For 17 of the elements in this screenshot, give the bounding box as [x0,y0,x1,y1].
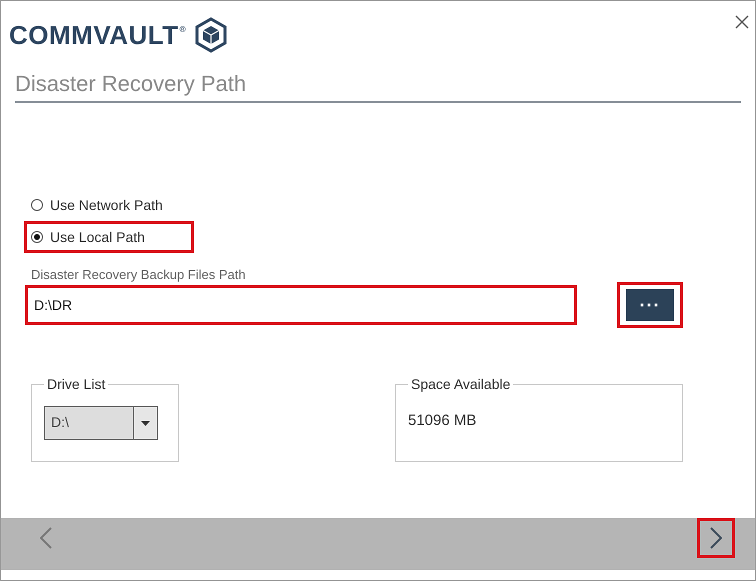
page-title: Disaster Recovery Path [15,71,741,103]
radio-option[interactable]: Use Network Path [31,192,163,218]
space-value: 51096 MB [408,412,478,429]
browse-button[interactable]: ··· [626,289,674,321]
brand-logo-text: COMMVAULT [9,20,179,50]
trademark-symbol: ® [178,25,187,34]
field-label: Disaster Recovery Backup Files Path [31,267,247,282]
close-icon[interactable] [735,15,749,29]
caret-icon[interactable] [133,407,157,439]
radio-option[interactable]: Use Local Path [31,224,145,250]
group-legend: Drive List [44,376,108,392]
radio-button[interactable] [31,231,43,243]
group-legend: Space Available [408,376,514,392]
drive-dropdown[interactable]: D:\ [44,406,158,440]
radio-button[interactable] [31,199,43,211]
path-input-field[interactable]: D:\DR [25,285,577,325]
hexagon-cube-icon [194,17,227,53]
